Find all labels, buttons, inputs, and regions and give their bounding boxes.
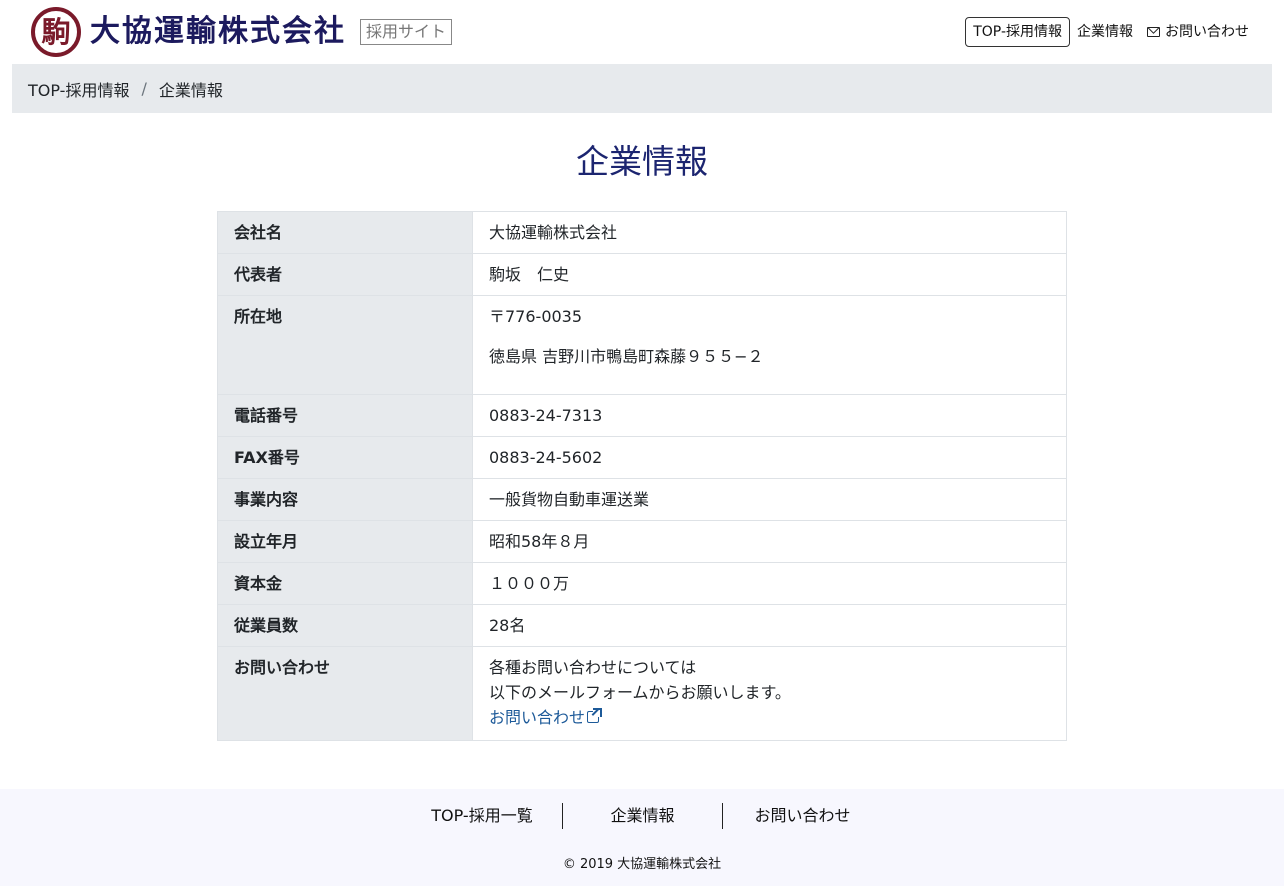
row-value: 昭和58年８月: [472, 520, 1067, 563]
row-value: 各種お問い合わせについては 以下のメールフォームからお願いします。 お問い合わせ: [472, 646, 1067, 741]
row-value: １０００万: [472, 562, 1067, 605]
row-label: 代表者: [217, 253, 473, 296]
row-label: FAX番号: [217, 436, 473, 479]
envelope-icon: [1147, 27, 1160, 37]
row-value: 28名: [472, 604, 1067, 647]
row-value: 0883-24-7313: [472, 394, 1067, 437]
row-label: お問い合わせ: [217, 646, 473, 741]
footer-link-company[interactable]: 企業情報: [562, 803, 722, 829]
footer-link-top[interactable]: TOP-採用一覧: [402, 803, 562, 829]
main-nav: TOP-採用情報 企業情報 お問い合わせ: [965, 17, 1256, 47]
row-value: 〒776-0035 徳島県 吉野川市鴨島町森藤９５５−２: [472, 295, 1067, 395]
breadcrumb-separator: /: [141, 79, 147, 98]
nav-contact[interactable]: お問い合わせ: [1140, 18, 1256, 46]
copyright: © 2019 大協運輸株式会社: [562, 857, 722, 872]
external-link-icon: [587, 708, 603, 723]
row-value: 駒坂 仁史: [472, 253, 1067, 296]
nav-top-recruit[interactable]: TOP-採用情報: [965, 17, 1070, 47]
company-info-table: 会社名 大協運輸株式会社 代表者 駒坂 仁史 所在地 〒776-0035 徳島県…: [217, 211, 1067, 741]
row-value: 0883-24-5602: [472, 436, 1067, 479]
table-row: 資本金 １０００万: [217, 562, 1067, 605]
recruit-site-badge: 採用サイト: [360, 19, 453, 45]
table-row: 従業員数 28名: [217, 604, 1067, 647]
postal-code: 〒776-0035: [489, 307, 583, 326]
table-row: お問い合わせ 各種お問い合わせについては 以下のメールフォームからお願いします。…: [217, 646, 1067, 741]
site-logo[interactable]: 駒 大協運輸株式会社 採用サイト: [31, 7, 453, 57]
row-value: 大協運輸株式会社: [472, 211, 1067, 254]
table-row: 事業内容 一般貨物自動車運送業: [217, 478, 1067, 521]
company-emblem-icon: 駒: [31, 7, 81, 57]
table-row: 会社名 大協運輸株式会社: [217, 211, 1067, 254]
row-label: 事業内容: [217, 478, 473, 521]
row-label: 設立年月: [217, 520, 473, 563]
footer-link-contact[interactable]: お問い合わせ: [722, 803, 882, 829]
row-label: 電話番号: [217, 394, 473, 437]
row-label: 会社名: [217, 211, 473, 254]
row-value: 一般貨物自動車運送業: [472, 478, 1067, 521]
table-row: 代表者 駒坂 仁史: [217, 253, 1067, 296]
nav-contact-label: お問い合わせ: [1165, 24, 1249, 40]
breadcrumb: TOP-採用情報 / 企業情報: [12, 64, 1272, 113]
breadcrumb-current: 企業情報: [158, 80, 223, 100]
contact-text-line-2: 以下のメールフォームからお願いします。: [489, 683, 791, 702]
table-row: FAX番号 0883-24-5602: [217, 436, 1067, 479]
row-label: 従業員数: [217, 604, 473, 647]
site-header: 駒 大協運輸株式会社 採用サイト TOP-採用情報 企業情報 お問い合わせ: [0, 0, 1284, 64]
contact-form-link-label: お問い合わせ: [489, 708, 586, 727]
address: 徳島県 吉野川市鴨島町森藤９５５−２: [489, 347, 764, 366]
table-row: 所在地 〒776-0035 徳島県 吉野川市鴨島町森藤９５５−２: [217, 295, 1067, 395]
row-label: 資本金: [217, 562, 473, 605]
contact-form-link[interactable]: お問い合わせ: [489, 708, 603, 727]
company-name: 大協運輸株式会社: [90, 14, 346, 49]
site-footer: TOP-採用一覧 企業情報 お問い合わせ © 2019 大協運輸株式会社: [0, 789, 1284, 886]
footer-nav: TOP-採用一覧 企業情報 お問い合わせ: [0, 803, 1284, 829]
row-label: 所在地: [217, 295, 473, 395]
breadcrumb-top[interactable]: TOP-採用情報: [28, 77, 129, 101]
table-row: 設立年月 昭和58年８月: [217, 520, 1067, 563]
contact-text-line-1: 各種お問い合わせについては: [489, 658, 697, 677]
nav-company-info[interactable]: 企業情報: [1070, 18, 1140, 46]
table-row: 電話番号 0883-24-7313: [217, 394, 1067, 437]
page-title: 企業情報: [576, 142, 708, 181]
